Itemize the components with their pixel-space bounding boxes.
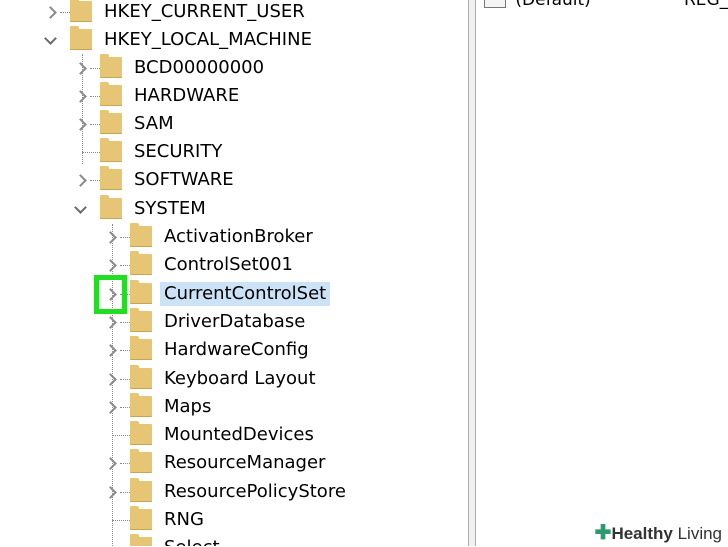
folder-icon: [130, 308, 152, 332]
value-row-default[interactable]: (Default) REG_SZ: [484, 0, 728, 12]
folder-icon: [100, 138, 122, 162]
tree-node-label: ResourceManager: [164, 452, 326, 473]
string-value-icon: [484, 0, 506, 8]
folder-icon: [100, 195, 122, 219]
watermark: ✚Healthy Living: [590, 520, 728, 546]
folder-icon: [130, 251, 152, 275]
tree-node-label: BCD00000000: [134, 57, 265, 78]
tree-connector: [120, 492, 130, 493]
values-list-pane[interactable]: (Default) REG_SZ: [476, 0, 728, 546]
folder-icon: [130, 449, 152, 473]
tree-node-label: Select: [160, 536, 224, 546]
folder-icon: [130, 223, 152, 247]
folder-icon: [130, 506, 152, 530]
tree-connector: [90, 180, 100, 181]
tree-connector: [90, 96, 100, 97]
tree-connector: [120, 407, 130, 408]
tree-connector: [120, 379, 130, 380]
tree-node-label: MountedDevices: [164, 424, 314, 445]
tree-node-label: ActivationBroker: [164, 226, 313, 247]
tree-node-label: RNG: [164, 509, 204, 530]
tree-node-label: HKEY_CURRENT_USER: [104, 1, 305, 22]
tree-node-label: ResourcePolicyStore: [164, 481, 346, 502]
watermark-bold-text: Healthy: [611, 524, 673, 543]
tree-node-label: HKEY_LOCAL_MACHINE: [104, 29, 312, 50]
tree-node-label: Maps: [164, 396, 212, 417]
highlight-box: [94, 275, 127, 314]
folder-icon: [100, 110, 122, 134]
tree-node-label: SAM: [134, 113, 174, 134]
tree-node-label: DriverDatabase: [164, 311, 306, 332]
tree-node-label: HARDWARE: [134, 85, 240, 106]
tree-connector: [120, 237, 130, 238]
tree-connector: [112, 520, 130, 521]
value-type: REG_SZ: [684, 0, 728, 10]
tree-node-label: Keyboard Layout: [164, 368, 316, 389]
tree-connector: [90, 68, 100, 69]
pane-splitter[interactable]: [468, 0, 476, 546]
folder-icon: [130, 478, 152, 502]
tree-connector: [120, 265, 130, 266]
expand-arrow-icon[interactable]: [74, 173, 86, 187]
expand-arrow-icon[interactable]: [104, 315, 116, 329]
expand-arrow-icon[interactable]: [104, 343, 116, 357]
tree-connector: [120, 350, 130, 351]
tree-node-label: SECURITY: [134, 141, 223, 162]
tree-node-label: CurrentControlSet: [160, 282, 331, 306]
expand-arrow-icon[interactable]: [74, 117, 86, 131]
expand-arrow-icon[interactable]: [74, 89, 86, 103]
expand-arrow-icon[interactable]: [104, 485, 116, 499]
plus-logo-icon: ✚: [594, 522, 612, 544]
folder-icon: [130, 280, 152, 304]
tree-connector: [120, 463, 130, 464]
registry-tree-pane[interactable]: HKEY_CURRENT_USER HKEY_LOCAL_MACHINE BCD…: [0, 0, 468, 546]
folder-icon: [100, 166, 122, 190]
folder-icon: [130, 534, 152, 546]
expand-arrow-icon[interactable]: [104, 258, 116, 272]
tree-node-label: HardwareConfig: [164, 339, 309, 360]
folder-icon: [100, 82, 122, 106]
folder-icon: [130, 336, 152, 360]
tree-connector: [82, 152, 100, 153]
tree-connector: [112, 435, 130, 436]
folder-icon: [130, 393, 152, 417]
tree-node-label: ControlSet001: [164, 254, 293, 275]
expand-arrow-icon[interactable]: [74, 61, 86, 75]
expand-arrow-icon[interactable]: [104, 456, 116, 470]
tree-node-label: SYSTEM: [134, 198, 206, 219]
tree-node-label: SOFTWARE: [134, 169, 234, 190]
collapse-arrow-icon[interactable]: [44, 34, 56, 48]
folder-icon: [130, 365, 152, 389]
folder-icon: [130, 421, 152, 445]
tree-connector: [90, 124, 100, 125]
watermark-text: Living: [672, 524, 722, 543]
folder-icon: [70, 0, 92, 22]
expand-arrow-icon[interactable]: [104, 372, 116, 386]
expand-arrow-icon[interactable]: [44, 5, 56, 19]
expand-arrow-icon[interactable]: [104, 400, 116, 414]
expand-arrow-icon[interactable]: [104, 230, 116, 244]
folder-icon: [70, 26, 92, 50]
collapse-arrow-icon[interactable]: [74, 203, 86, 217]
folder-icon: [100, 54, 122, 78]
value-name: (Default): [515, 0, 591, 10]
tree-connector: [120, 322, 130, 323]
